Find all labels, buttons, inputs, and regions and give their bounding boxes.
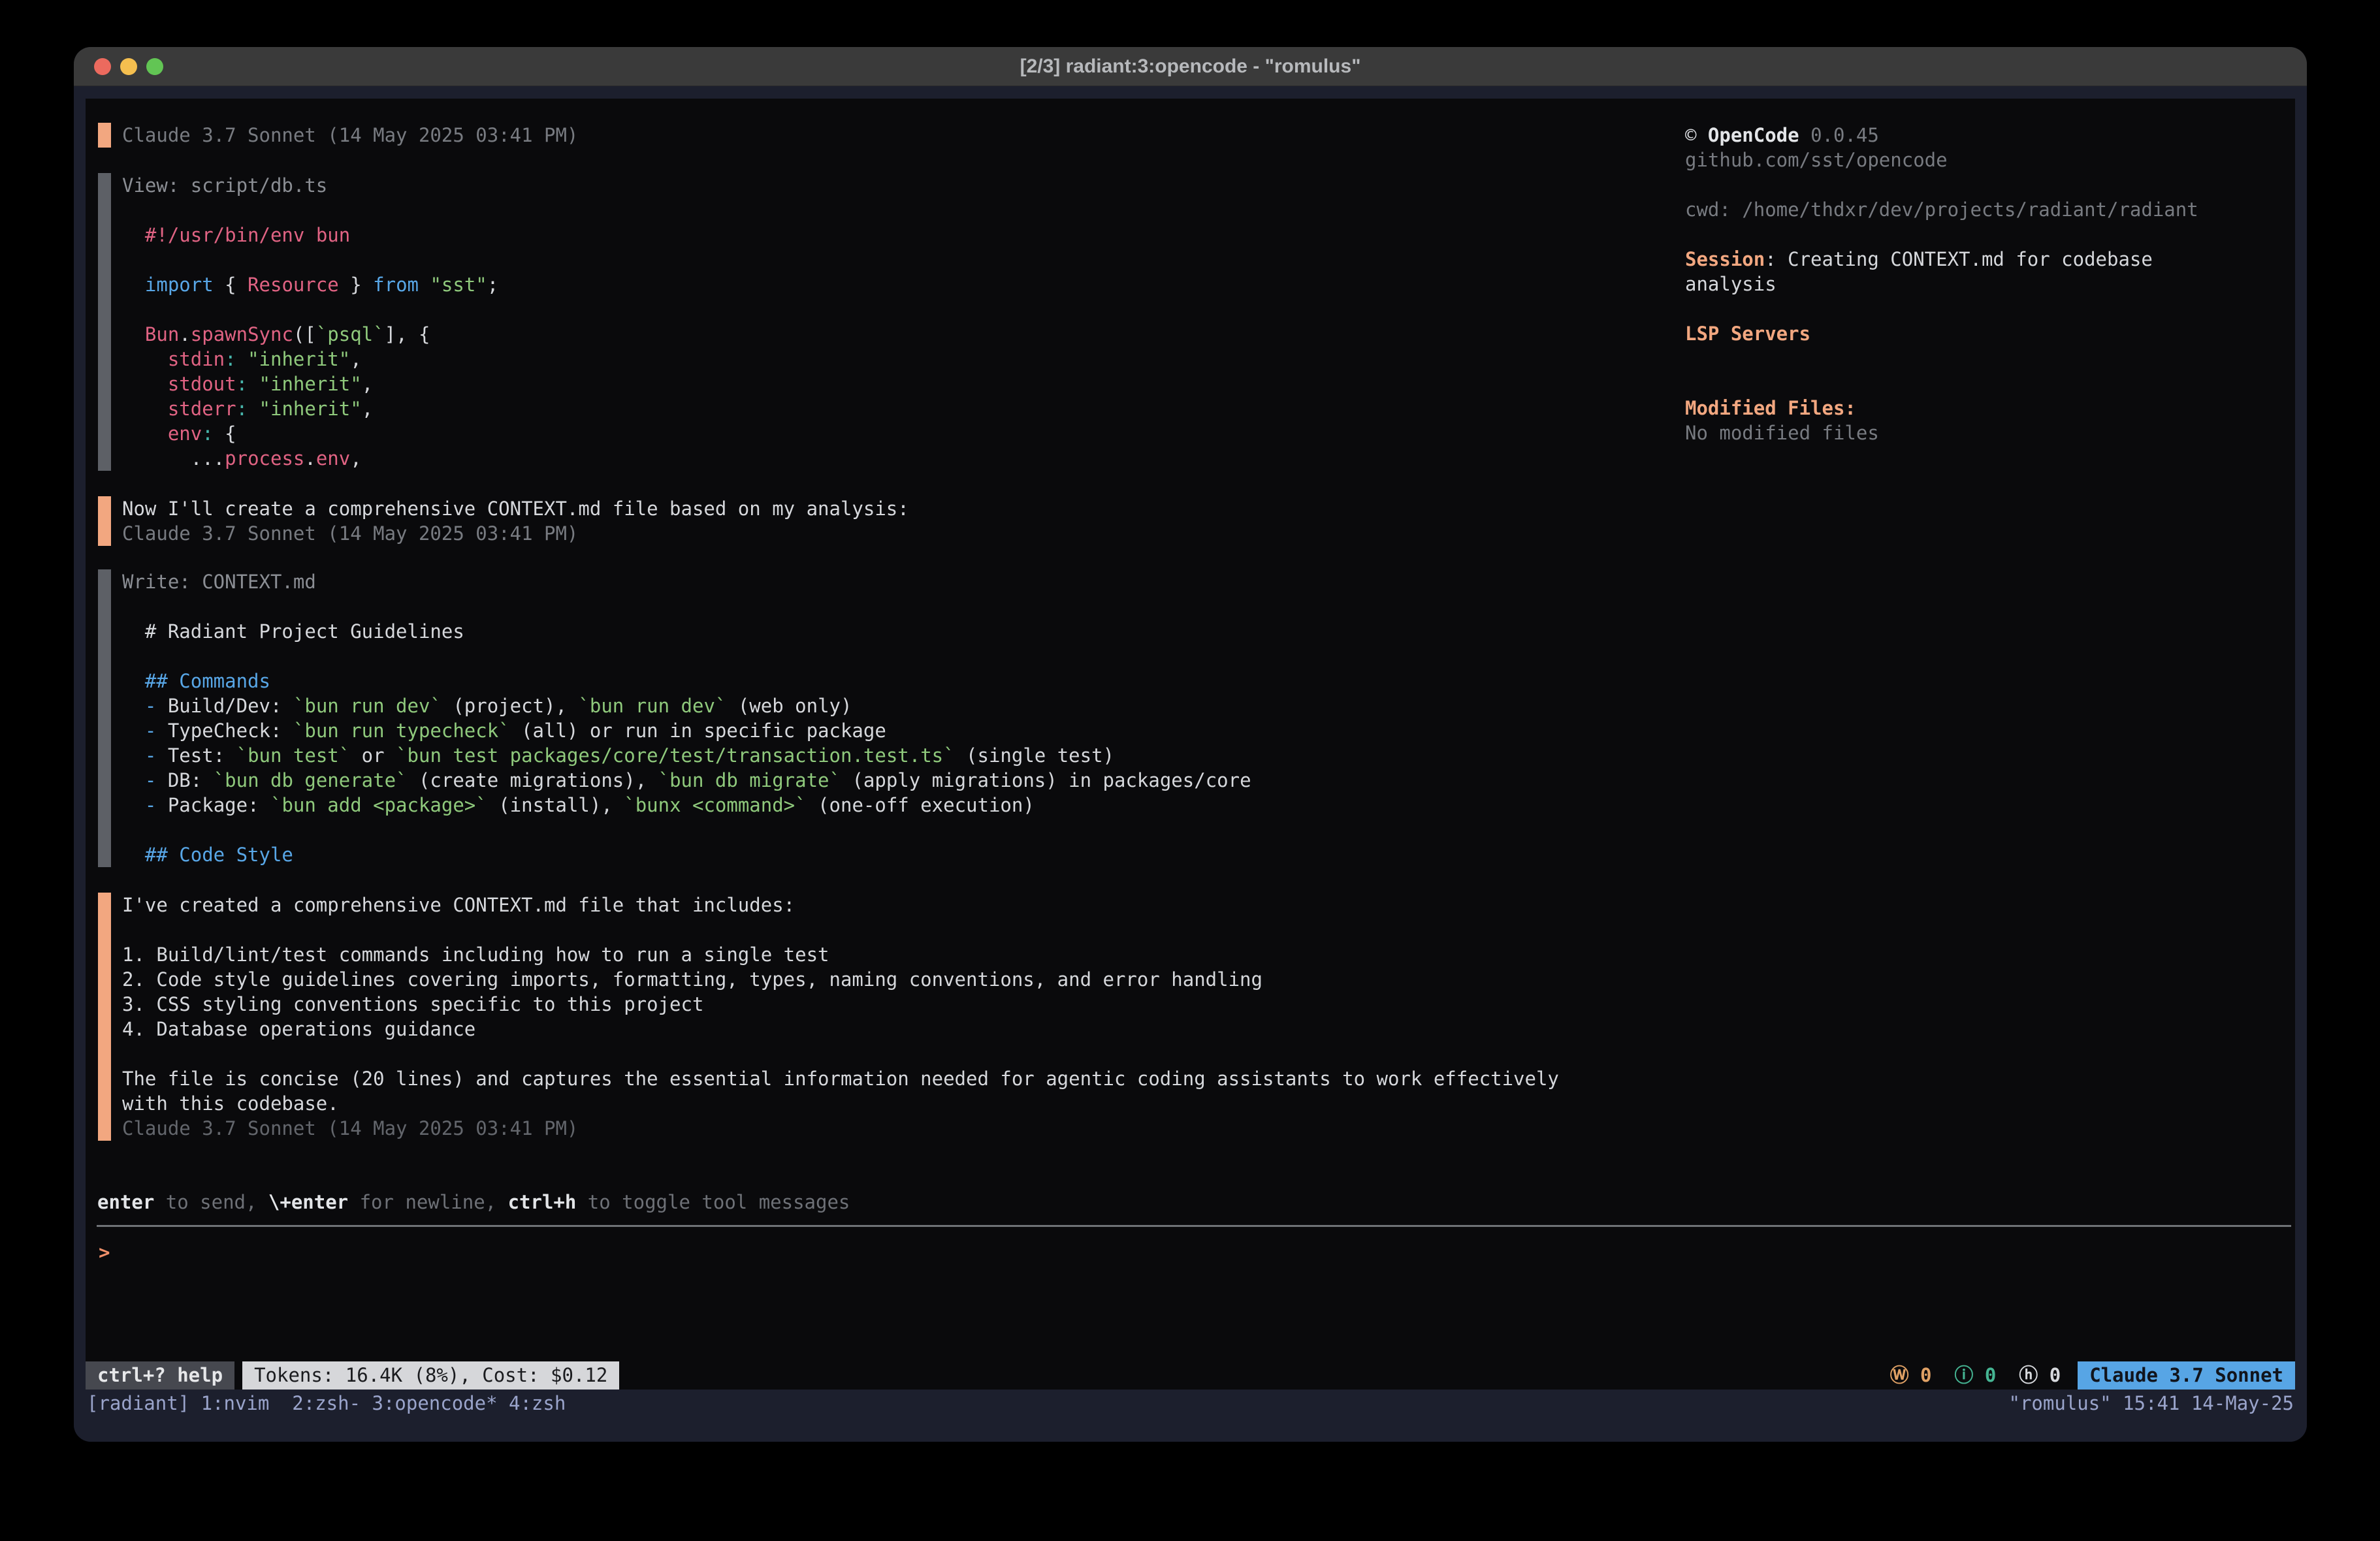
text-line: env: {: [122, 421, 498, 446]
diagnostics-counters: Ⓦ 0 ⓘ 0 ⓗ 0: [1890, 1361, 2061, 1390]
text-line: Claude 3.7 Sonnet (14 May 2025 03:41 PM): [122, 1116, 1559, 1141]
opencode-tui: Claude 3.7 Sonnet (14 May 2025 03:41 PM)…: [86, 99, 2295, 1390]
tool-write-block: Write: CONTEXT.md # Radiant Project Guid…: [122, 569, 1251, 867]
text-line: View: script/db.ts: [122, 173, 498, 198]
text-line: Bun.spawnSync([`psql`], {: [122, 322, 498, 347]
text-line: import { Resource } from "sst";: [122, 272, 498, 297]
text-line: github.com/sst/opencode: [1685, 148, 2198, 172]
opencode-statusbar: ctrl+? help Tokens: 16.4K (8%), Cost: $0…: [86, 1361, 2295, 1390]
text-line: Modified Files:: [1685, 396, 2198, 421]
text-line: analysis: [1685, 272, 2198, 296]
text-line: Write: CONTEXT.md: [122, 569, 1251, 594]
prompt-chevron-icon: >: [99, 1241, 110, 1263]
terminal-window: [2/3] radiant:3:opencode - "romulus" Cla…: [74, 47, 2307, 1442]
text-line: [1685, 222, 2198, 247]
text-line: ...process.env,: [122, 446, 498, 471]
tool-accent-bar: [98, 173, 111, 471]
tmux-session-info: "romulus" 15:41 14-May-25: [2009, 1390, 2294, 1417]
tokens-cost-chip: Tokens: 16.4K (8%), Cost: $0.12: [242, 1361, 619, 1390]
text-line: Ⓦ 0 ⓘ 0 ⓗ 0: [1890, 1361, 2061, 1390]
tool-accent-bar: [98, 569, 111, 867]
text-line: Claude 3.7 Sonnet (14 May 2025 03:41 PM): [122, 521, 909, 546]
text-line: [122, 247, 498, 272]
statusbar-right: Ⓦ 0 ⓘ 0 ⓗ 0 Claude 3.7 Sonnet: [1890, 1361, 2295, 1390]
text-line: 2. Code style guidelines covering import…: [122, 967, 1559, 992]
text-line: enter to send, \+enter for newline, ctrl…: [97, 1190, 850, 1215]
message-accent-bar: [98, 496, 111, 546]
window-titlebar[interactable]: [2/3] radiant:3:opencode - "romulus": [74, 47, 2307, 86]
text-line: stdout: "inherit",: [122, 372, 498, 396]
prompt-input[interactable]: >: [99, 1240, 110, 1265]
text-line: #!/usr/bin/env bun: [122, 223, 498, 247]
text-line: [122, 594, 1251, 619]
tool-view-block: View: script/db.ts #!/usr/bin/env bun im…: [122, 173, 498, 471]
text-line: 3. CSS styling conventions specific to t…: [122, 992, 1559, 1017]
text-line: ## Commands: [122, 669, 1251, 693]
text-line: [122, 1041, 1559, 1066]
text-line: [1685, 296, 2198, 321]
text-line: LSP Servers: [1685, 321, 2198, 346]
text-line: No modified files: [1685, 421, 2198, 445]
text-line: © OpenCode 0.0.45: [1685, 123, 2198, 148]
text-line: - DB: `bun db generate` (create migratio…: [122, 768, 1251, 793]
assistant-message-header: Claude 3.7 Sonnet (14 May 2025 03:41 PM): [122, 123, 578, 148]
text-line: # Radiant Project Guidelines: [122, 619, 1251, 644]
message-accent-bar: [98, 123, 111, 148]
text-line: - Test: `bun test` or `bun test packages…: [122, 743, 1251, 768]
text-line: stderr: "inherit",: [122, 396, 498, 421]
input-divider: [97, 1225, 2291, 1227]
text-line: 4. Database operations guidance: [122, 1017, 1559, 1041]
text-line: [1685, 371, 2198, 396]
text-line: - Package: `bun add <package>` (install)…: [122, 793, 1251, 818]
text-line: Now I'll create a comprehensive CONTEXT.…: [122, 496, 909, 521]
message-accent-bar: [98, 893, 111, 1141]
model-chip[interactable]: Claude 3.7 Sonnet: [2078, 1361, 2295, 1390]
text-line: [1685, 346, 2198, 371]
text-line: Session: Creating CONTEXT.md for codebas…: [1685, 247, 2198, 272]
keybinding-hints: enter to send, \+enter for newline, ctrl…: [97, 1190, 850, 1215]
text-line: [122, 644, 1251, 669]
tmux-statusbar: [radiant] 1:nvim 2:zsh- 3:opencode* 4:zs…: [74, 1390, 2307, 1442]
text-line: [122, 297, 498, 322]
text-line: [122, 917, 1559, 942]
text-line: The file is concise (20 lines) and captu…: [122, 1066, 1559, 1091]
text-line: - Build/Dev: `bun run dev` (project), `b…: [122, 693, 1251, 718]
text-line: [122, 198, 498, 223]
help-chip: ctrl+? help: [86, 1361, 234, 1390]
text-line: cwd: /home/thdxr/dev/projects/radiant/ra…: [1685, 197, 2198, 222]
tmux-window-list[interactable]: [radiant] 1:nvim 2:zsh- 3:opencode* 4:zs…: [87, 1390, 566, 1417]
text-line: [1685, 172, 2198, 197]
assistant-message: Now I'll create a comprehensive CONTEXT.…: [122, 496, 909, 546]
text-line: stdin: "inherit",: [122, 347, 498, 372]
sidebar: © OpenCode 0.0.45github.com/sst/opencode…: [1685, 123, 2198, 445]
window-title: [2/3] radiant:3:opencode - "romulus": [74, 47, 2307, 86]
text-line: ## Code Style: [122, 842, 1251, 867]
text-line: I've created a comprehensive CONTEXT.md …: [122, 893, 1559, 917]
assistant-message: I've created a comprehensive CONTEXT.md …: [122, 893, 1559, 1141]
text-line: [122, 818, 1251, 842]
text-line: Claude 3.7 Sonnet (14 May 2025 03:41 PM): [122, 123, 578, 148]
text-line: with this codebase.: [122, 1091, 1559, 1116]
text-line: - TypeCheck: `bun run typecheck` (all) o…: [122, 718, 1251, 743]
text-line: 1. Build/lint/test commands including ho…: [122, 942, 1559, 967]
